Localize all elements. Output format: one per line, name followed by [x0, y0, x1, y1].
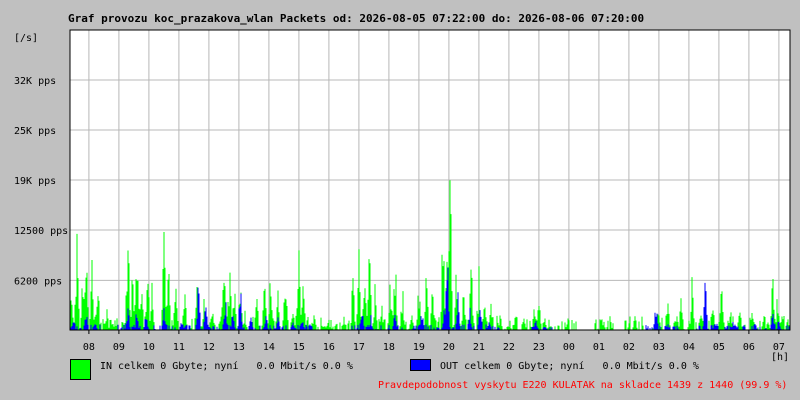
y-unit-label: [/s] — [14, 33, 38, 44]
grid-layer — [70, 30, 790, 330]
y-tick-label: 32K pps — [14, 76, 56, 87]
legend-in-label: IN celkem 0 Gbyte; nyní 0.0 Mbit/s 0.0 % — [100, 361, 353, 372]
x-tick-label: 06 — [743, 342, 755, 353]
x-tick-label: 16 — [323, 342, 335, 353]
legend-out-swatch — [410, 359, 431, 371]
y-tick-label: 25K pps — [14, 126, 56, 137]
x-tick-label: 17 — [353, 342, 365, 353]
y-axis: 6200 pps 12500 pps 19K pps 25K pps 32K pps — [14, 76, 68, 287]
footer-note: Pravdepodobnost vyskytu E220 KULATAK na … — [378, 380, 788, 391]
x-tick-label: 11 — [173, 342, 185, 353]
x-unit-label: [h] — [771, 352, 789, 363]
x-tick-label: 04 — [683, 342, 695, 353]
x-tick-label: 05 — [713, 342, 725, 353]
y-tick-label: 12500 pps — [14, 226, 68, 237]
x-tick-label: 15 — [293, 342, 305, 353]
x-axis: 08 09 10 11 12 13 14 15 16 17 18 19 20 21 22 23 00 01 02 03… — [83, 330, 785, 353]
x-tick-label: 13 — [233, 342, 245, 353]
x-tick-label: 01 — [593, 342, 605, 353]
legend-out-label: OUT celkem 0 Gbyte; nyní 0.0 Mbit/s 0.0 … — [440, 361, 699, 372]
y-tick-label: 6200 pps — [14, 276, 62, 287]
x-tick-label: 08 — [83, 342, 95, 353]
x-tick-label: 14 — [263, 342, 275, 353]
x-tick-label: 12 — [203, 342, 215, 353]
x-tick-label: 20 — [443, 342, 455, 353]
x-tick-label: 19 — [413, 342, 425, 353]
x-tick-label: 21 — [473, 342, 485, 353]
x-tick-label: 02 — [623, 342, 635, 353]
x-tick-label: 09 — [113, 342, 125, 353]
legend-in-swatch — [70, 359, 91, 380]
x-tick-label: 18 — [383, 342, 395, 353]
traffic-chart: 6200 pps 12500 pps 19K pps 25K pps 32K pps 0… — [14, 12, 791, 363]
y-tick-label: 19K pps — [14, 176, 56, 187]
x-tick-label: 00 — [563, 342, 575, 353]
x-tick-label: 10 — [143, 342, 155, 353]
chart-title: Graf provozu koc_prazakova_wlan Packets … — [68, 12, 644, 25]
x-tick-label: 22 — [503, 342, 515, 353]
x-tick-label: 23 — [533, 342, 545, 353]
x-tick-label: 03 — [653, 342, 665, 353]
